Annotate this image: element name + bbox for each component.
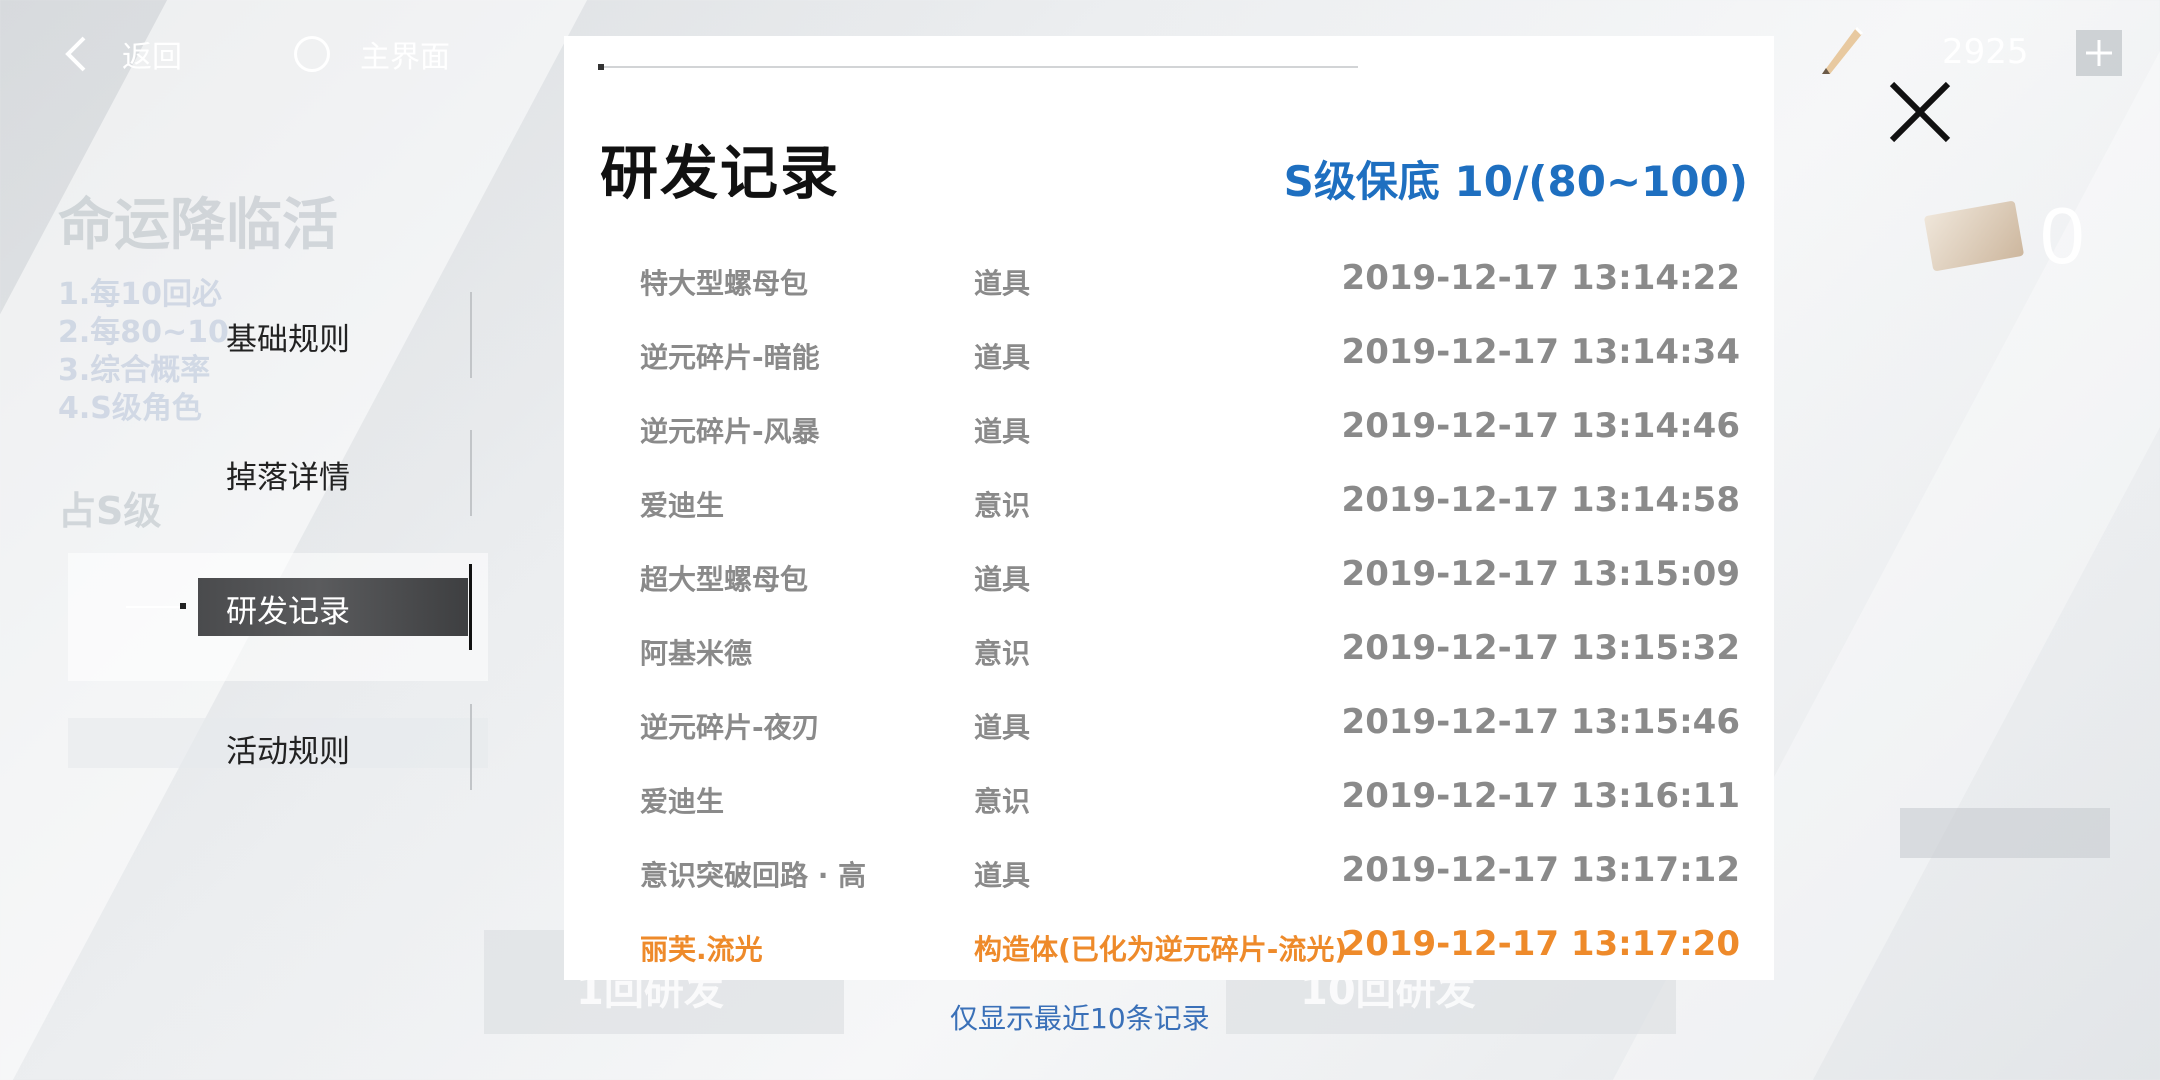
bg-event-sub: 占S级: [58, 489, 162, 533]
menu-item-dev-records[interactable]: 研发记录: [198, 564, 472, 650]
record-name: 逆元碎片-夜刃: [640, 711, 820, 744]
ticket-icon: [1923, 200, 2025, 272]
record-row: 逆元碎片-夜刃 道具 2019-12-17 13:15:46: [640, 690, 1740, 764]
bg-event-title: 命运降临活: [58, 193, 338, 258]
record-time: 2019-12-17 13:14:46: [1341, 406, 1740, 446]
record-name: 特大型螺母包: [640, 267, 809, 300]
record-time: 2019-12-17 13:16:11: [1341, 776, 1740, 816]
bg-right-bar: [1900, 808, 2110, 858]
record-row: 意识突破回路 · 高 道具 2019-12-17 13:17:12: [640, 838, 1740, 912]
record-name: 爱迪生: [640, 785, 725, 818]
record-time: 2019-12-17 13:15:32: [1341, 628, 1740, 668]
record-name: 意识突破回路 · 高: [640, 859, 867, 892]
record-type: 道具: [974, 415, 1031, 448]
bracket-decoration: [456, 704, 472, 790]
menu-item-basic-rules[interactable]: 基础规则: [198, 292, 472, 378]
record-row: 超大型螺母包 道具 2019-12-17 13:15:09: [640, 542, 1740, 616]
record-type: 道具: [974, 859, 1031, 892]
menu-item-drop-details[interactable]: 掉落详情: [198, 430, 472, 516]
record-type: 道具: [974, 563, 1031, 596]
menu-connector-dot: [180, 603, 186, 609]
bg-stripe: [0, 0, 588, 1080]
circle-icon: [294, 36, 330, 72]
record-row: 爱迪生 意识 2019-12-17 13:14:58: [640, 468, 1740, 542]
menu-item-label: 研发记录: [226, 594, 350, 630]
chevron-left-icon: [65, 36, 86, 72]
record-type: 道具: [974, 341, 1031, 374]
records-list: 特大型螺母包 道具 2019-12-17 13:14:22 逆元碎片-暗能 道具…: [640, 246, 1740, 986]
record-type: 意识: [974, 489, 1031, 522]
record-type: 道具: [974, 267, 1031, 300]
record-row-highlight: 丽芙.流光 构造体(已化为逆元碎片-流光) 2019-12-17 13:17:2…: [640, 912, 1740, 986]
panel-dot: [598, 64, 604, 70]
record-type: 意识: [974, 637, 1031, 670]
menu-item-event-rules[interactable]: 活动规则: [198, 704, 472, 790]
record-time: 2019-12-17 13:14:58: [1341, 480, 1740, 520]
record-time: 2019-12-17 13:14:22: [1341, 258, 1740, 298]
menu-item-label: 活动规则: [226, 734, 350, 770]
records-limit-note: 仅显示最近10条记录: [950, 1002, 1210, 1035]
back-label: 返回: [122, 40, 182, 75]
ticket-count: 0: [2040, 191, 2085, 280]
record-row: 逆元碎片-暗能 道具 2019-12-17 13:14:34: [640, 320, 1740, 394]
plus-icon: [2086, 40, 2112, 66]
bracket-decoration: [455, 564, 472, 650]
menu-item-label: 基础规则: [226, 322, 350, 358]
record-name: 爱迪生: [640, 489, 725, 522]
back-button[interactable]: 返回: [62, 28, 182, 80]
record-time: 2019-12-17 13:15:09: [1341, 554, 1740, 594]
pity-counter: S级保底 10/(80~100): [1283, 157, 1748, 206]
record-type: 道具: [974, 711, 1031, 744]
panel-divider: [598, 66, 1358, 68]
record-time: 2019-12-17 13:17:12: [1341, 850, 1740, 890]
menu-item-label: 掉落详情: [226, 460, 350, 496]
bracket-decoration: [456, 292, 472, 378]
close-icon: [1889, 81, 1951, 143]
record-name: 阿基米德: [640, 637, 753, 670]
panel-title: 研发记录: [600, 139, 841, 207]
record-time: 2019-12-17 13:14:34: [1341, 332, 1740, 372]
record-time: 2019-12-17 13:15:46: [1341, 702, 1740, 742]
record-name: 逆元碎片-暗能: [640, 341, 820, 374]
currency-value: 2925: [1942, 32, 2029, 72]
close-button[interactable]: [1880, 72, 1960, 152]
menu-connector-line: [126, 606, 182, 608]
record-type: 意识: [974, 785, 1031, 818]
bracket-decoration: [456, 430, 472, 516]
record-row: 逆元碎片-风暴 道具 2019-12-17 13:14:46: [640, 394, 1740, 468]
record-name: 丽芙.流光: [640, 933, 763, 966]
record-type: 构造体(已化为逆元碎片-流光): [974, 933, 1348, 966]
record-row: 特大型螺母包 道具 2019-12-17 13:14:22: [640, 246, 1740, 320]
home-button[interactable]: 主界面: [294, 28, 450, 80]
record-name: 超大型螺母包: [640, 563, 809, 596]
add-currency-button[interactable]: [2076, 30, 2122, 76]
pen-icon: [1822, 26, 1864, 74]
record-row: 爱迪生 意识 2019-12-17 13:16:11: [640, 764, 1740, 838]
record-name: 逆元碎片-风暴: [640, 415, 820, 448]
record-row: 阿基米德 意识 2019-12-17 13:15:32: [640, 616, 1740, 690]
home-label: 主界面: [360, 40, 450, 75]
record-time: 2019-12-17 13:17:20: [1341, 924, 1740, 964]
